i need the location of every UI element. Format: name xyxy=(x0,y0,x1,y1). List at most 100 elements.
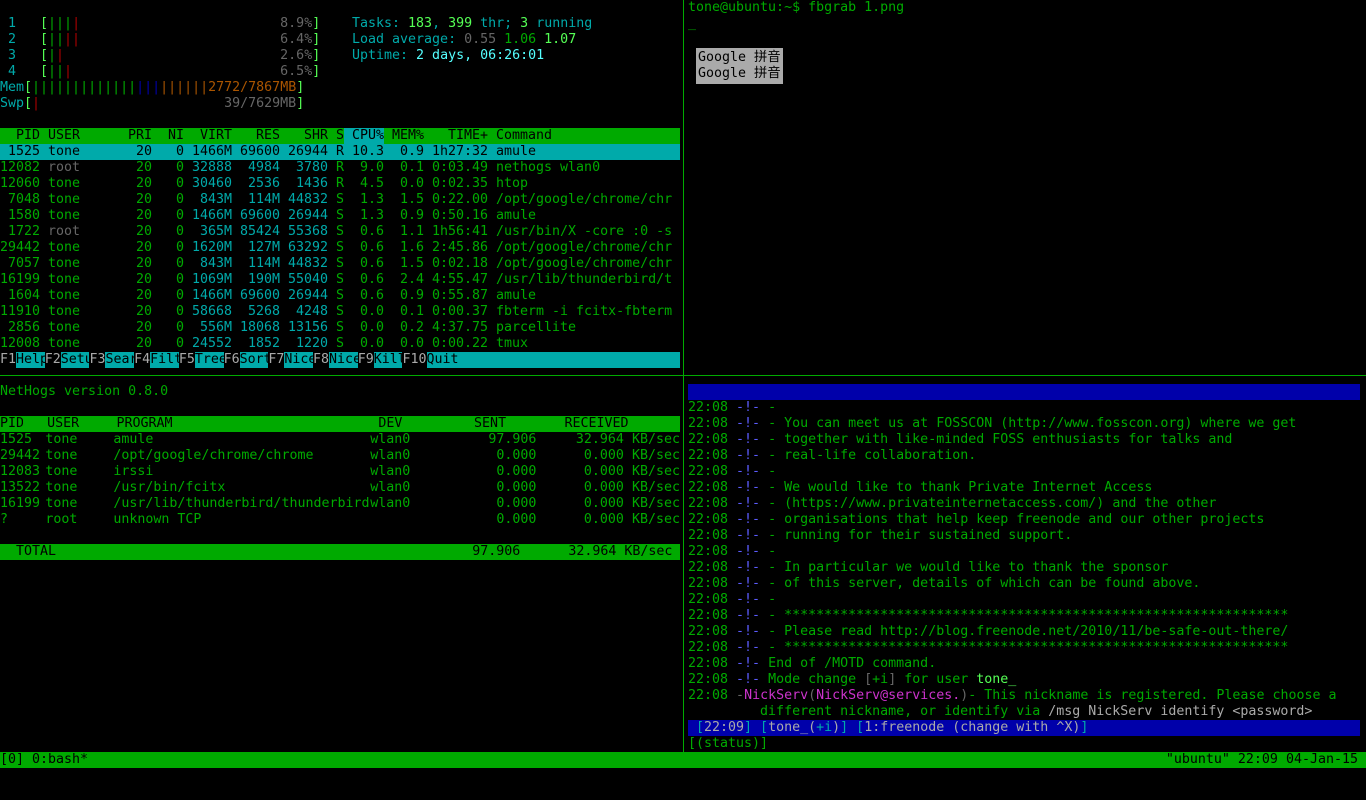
fkey-nice-button[interactable]: Nice + xyxy=(329,352,358,368)
column-header-time[interactable]: TIME+ xyxy=(424,128,488,144)
meter-segment: || xyxy=(48,32,65,47)
tasks-label: Tasks: xyxy=(352,16,409,31)
fkey-number: F5 xyxy=(178,352,195,367)
nethogs-column-sent: SENT xyxy=(474,416,507,431)
ime-candidate[interactable]: Google 拼音 xyxy=(698,66,781,82)
meter-segment: ||| xyxy=(136,80,161,95)
column-header-virt[interactable]: VIRT xyxy=(184,128,232,144)
process-cell: 20 xyxy=(136,304,153,319)
process-row[interactable]: 1604 tone 20 0 1466M 69600 26944 S 0.6 0.9 0:55.87… xyxy=(0,288,680,304)
process-cell: 0 xyxy=(176,160,185,175)
message-segment: - We would like to thank Private Interne… xyxy=(760,480,1153,495)
tmux-window[interactable]: [0] 0:bash* xyxy=(0,752,88,768)
column-header-mem[interactable]: MEM% xyxy=(384,128,424,144)
message-segment: 22:08 xyxy=(688,432,737,447)
meter: 2[|||| 6.4%] xyxy=(0,32,340,48)
nethogs-row[interactable]: 13522 tone/usr/bin/fcitx wlan0 0.000 0.000 K… xyxy=(0,480,680,496)
message-segment: 22:08 xyxy=(688,400,737,415)
process-cell: 1.1 xyxy=(399,224,424,239)
process-row[interactable]: 7057 tone 20 0 843M 114M 44832 S 0.6 1.5 0:02.18/o… xyxy=(0,256,680,272)
process-row[interactable]: 12008 tone 20 0 24552 1852 1220 S 0.0 0.0 0:00.22 t… xyxy=(0,336,680,352)
nethogs-cell: wlan0 xyxy=(370,448,411,463)
process-cell: 20 xyxy=(136,240,153,255)
nethogs-row[interactable]: 16199 tone/usr/lib/thunderbird/thunderbir… xyxy=(0,496,680,512)
nethogs-row[interactable]: ? root unknown TCP 0.000 0.000 KB/sec xyxy=(0,512,680,528)
process-cell: /opt/google/chrome/chr xyxy=(496,256,673,271)
process-row[interactable]: 16199 tone 20 0 1069M 190M 55040 S 0.6 2.4 4:55.47… xyxy=(0,272,680,288)
pane-divider-vertical[interactable] xyxy=(683,0,684,752)
message-segment: 22:08 xyxy=(688,624,737,639)
meter-segment: ||| xyxy=(48,16,73,31)
process-row[interactable]: 1525 tone 20 0 1466M 69600 26944 R 10.3 0.9 1h27:3… xyxy=(0,144,680,160)
column-header-s[interactable]: S xyxy=(328,128,344,144)
process-row[interactable]: 7048 tone 20 0 843M 114M 44832 S 1.3 1.5 0:22.00/o… xyxy=(0,192,680,208)
process-row[interactable]: 1580 tone 20 0 1466M 69600 26944 S 1.3 0.9 0:50.16… xyxy=(0,208,680,224)
fkey-help-button[interactable]: Help xyxy=(16,352,45,368)
message-segment: - organisations that help keep freenode … xyxy=(760,512,1265,527)
meter-bar: || 2.6% xyxy=(48,48,312,64)
nethogs-row[interactable]: 12083 tone irssi wlan0 0.000 0.000 KB/sec xyxy=(0,464,680,480)
fkey-quit-button[interactable]: Quit xyxy=(426,352,680,368)
nethogs-row[interactable]: 29442 tone/opt/google/chrome/chrome wlan0 0… xyxy=(0,448,680,464)
status-segment: 1:freenode (change with ^X) xyxy=(864,720,1081,735)
status-segment: tone_( xyxy=(768,720,817,735)
process-cell: 20 xyxy=(136,256,153,271)
process-cell: amule xyxy=(496,144,537,159)
message-segment: - together with like-minded FOSS enthusi… xyxy=(760,432,1233,447)
status-segment: ) xyxy=(832,720,841,735)
irssi-message: 22:08 -!- - In particular we would like … xyxy=(688,560,1366,576)
column-header-res[interactable]: RES xyxy=(232,128,280,144)
message-segment: 22:08 xyxy=(688,608,737,623)
nethogs-row[interactable]: 1525 tone amule wlan0 97.906 32.964 KB/sec xyxy=(0,432,680,448)
process-cell: tone xyxy=(48,176,81,191)
process-cell: 1.5 xyxy=(399,192,424,207)
column-header-user[interactable]: USER xyxy=(40,128,120,144)
process-row[interactable]: 2856 tone 20 0 556M 18068 13156 S 0.0 0.2 4:37.75 p… xyxy=(0,320,680,336)
message-segment: - xyxy=(760,400,777,415)
column-header-command[interactable]: Command xyxy=(488,128,680,144)
process-row[interactable]: 12082 root 20 0 32888 4984 3780 R 9.0 0.1 0:03.49 n… xyxy=(0,160,680,176)
message-segment: 22:08 xyxy=(688,448,737,463)
process-cell: 0 xyxy=(176,176,185,191)
nethogs-cell: 12083 xyxy=(0,464,41,479)
column-header-pid[interactable]: PID xyxy=(0,128,40,144)
process-row[interactable]: 29442 tone 20 0 1620M 127M 63292 S 0.6 1.6 2:45.86… xyxy=(0,240,680,256)
nethogs-cell: tone xyxy=(45,464,78,479)
process-cell: 20 xyxy=(136,176,153,191)
shell-pane[interactable]: tone@ubuntu:~$ fbgrab 1.png _ Google 拼音 … xyxy=(688,0,1366,368)
process-row[interactable]: 12060 tone 20 0 30460 2536 1436 R 4.5 0.0 0:02.35 h… xyxy=(0,176,680,192)
nethogs-cell: tone xyxy=(45,480,78,495)
column-header-pri[interactable]: PRI xyxy=(120,128,152,144)
status-segment: ] xyxy=(1080,720,1089,735)
fkey-filter-button[interactable]: Filter xyxy=(150,352,179,368)
column-header-ni[interactable]: NI xyxy=(152,128,184,144)
message-segment: ) xyxy=(960,688,969,703)
fkey-setup-button[interactable]: Setup xyxy=(60,352,90,368)
meter-value: 6.4% xyxy=(280,32,313,47)
message-segment: NickServ xyxy=(744,688,809,703)
column-header-shr[interactable]: SHR xyxy=(280,128,328,144)
fkey-tree-button[interactable]: Tree xyxy=(194,352,224,368)
process-cell: R xyxy=(335,176,344,191)
process-row[interactable]: 1722 root 20 0 365M 85424 55368 S 0.6 1.1 1h56:41 /… xyxy=(0,224,680,240)
ime-candidate-popup[interactable]: Google 拼音 Google 拼音 xyxy=(696,48,783,84)
fkey-sortby-button[interactable]: SortBy xyxy=(239,352,269,368)
fkey-nice-button[interactable]: Nice - xyxy=(284,352,314,368)
irssi-input[interactable]: [(status)] xyxy=(688,736,768,752)
irssi-message: 22:08 -!- - of this server, details of w… xyxy=(688,576,1366,592)
column-header-cpu[interactable]: CPU% xyxy=(344,128,384,144)
pane-divider-horizontal[interactable] xyxy=(0,375,1366,376)
process-row[interactable]: 11910 tone 20 0 58668 5268 4248 S 0.0 0.1 0:00.37 f… xyxy=(0,304,680,320)
message-segment: -!- xyxy=(736,400,761,415)
process-cell: 4248 xyxy=(295,304,329,319)
fkey-search-button[interactable]: Search xyxy=(105,352,135,368)
meter-segment: | xyxy=(56,48,65,63)
meter-bar: |||||||||||||||||||||| 2772/7867MB xyxy=(32,80,296,96)
ime-candidate[interactable]: Google 拼音 xyxy=(698,50,781,66)
process-cell: 0.6 xyxy=(359,288,384,303)
process-cell: 0:55.87 xyxy=(431,288,488,303)
process-cell: 0.6 xyxy=(359,272,384,287)
load-1: 0.55 xyxy=(464,32,497,47)
process-cell: 0.0 xyxy=(359,320,384,335)
fkey-kill-button[interactable]: Kill xyxy=(373,352,403,368)
